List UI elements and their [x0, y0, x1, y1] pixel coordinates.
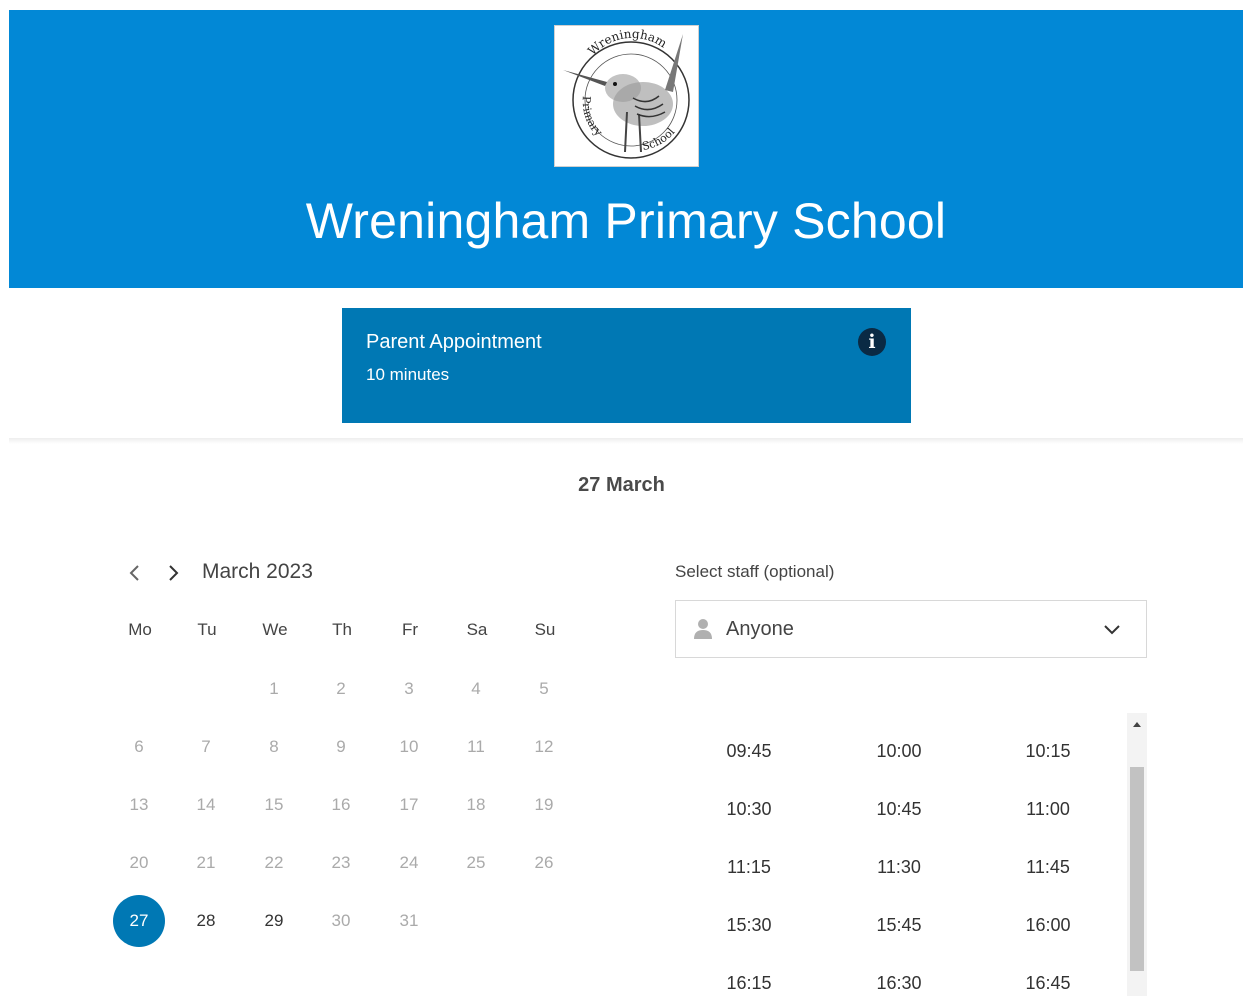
calendar-day: 22 [264, 853, 284, 872]
weekday-tu: Tu [197, 620, 217, 639]
calendar-day: 20 [129, 853, 149, 872]
calendar-day: 3 [404, 679, 414, 698]
time-slot[interactable]: 11:45 [993, 857, 1103, 878]
school-logo: Wreningham Primary School [554, 25, 699, 167]
weekday-we: We [262, 620, 288, 639]
time-slot[interactable]: 16:00 [993, 915, 1103, 936]
calendar-day[interactable]: 29 [248, 895, 300, 947]
calendar-day: 11 [467, 737, 485, 756]
weekday-sa: Sa [466, 620, 488, 639]
calendar-day: 30 [331, 911, 351, 930]
service-duration: 10 minutes [366, 365, 450, 384]
time-slot[interactable]: 16:30 [844, 973, 954, 994]
service-name: Parent Appointment [366, 331, 542, 353]
svg-text:School: School [641, 125, 678, 153]
calendar-day: 4 [471, 679, 481, 698]
time-slot[interactable]: 10:30 [694, 799, 804, 820]
calendar-day: 10 [399, 737, 419, 756]
calendar-day: 6 [134, 737, 144, 756]
calendar-day: 31 [399, 911, 419, 930]
calendar-day: 5 [539, 679, 549, 698]
staff-select-label: Select staff (optional) [675, 562, 835, 581]
time-slot[interactable]: 10:15 [993, 741, 1103, 762]
time-slot[interactable]: 16:45 [993, 973, 1103, 994]
calendar-day: 18 [466, 795, 486, 814]
calendar-day: 23 [331, 853, 351, 872]
header-banner: Wreningham Primary School Wreningham Pri… [9, 10, 1243, 288]
time-list-scrollbar[interactable] [1127, 713, 1147, 996]
calendar-day: 16 [331, 795, 351, 814]
time-slot[interactable]: 09:45 [694, 741, 804, 762]
calendar-day: 1 [269, 679, 279, 698]
weekday-th: Th [332, 620, 352, 639]
calendar-day: 24 [399, 853, 419, 872]
staff-select-value: Anyone [726, 618, 794, 640]
time-slot[interactable]: 10:45 [844, 799, 954, 820]
calendar-day[interactable]: 28 [180, 895, 232, 947]
calendar-month-label: March 2023 [202, 560, 313, 583]
calendar-day: 7 [201, 737, 211, 756]
school-name: Wreningham Primary School [305, 193, 947, 249]
time-slot[interactable]: 10:00 [844, 741, 954, 762]
selected-date-heading: 27 March [578, 474, 665, 496]
calendar-day[interactable]: 27 [113, 895, 165, 947]
calendar-day: 25 [466, 853, 486, 872]
service-card[interactable]: Parent Appointment 10 minutes i [342, 308, 911, 423]
person-icon [693, 618, 713, 640]
calendar-day: 14 [196, 795, 216, 814]
time-slot-list: 09:45 10:00 10:15 10:30 10:45 11:00 11:15 11:30… [675, 713, 1147, 996]
chevron-down-icon [1102, 619, 1122, 639]
info-icon[interactable]: i [858, 328, 886, 356]
calendar-day: 17 [399, 795, 419, 814]
chevron-right-icon[interactable] [160, 560, 186, 586]
calendar-day: 21 [196, 853, 216, 872]
weekday-su: Su [534, 620, 556, 639]
calendar-day: 8 [269, 737, 279, 756]
calendar-day: 19 [534, 795, 554, 814]
calendar-day: 9 [336, 737, 346, 756]
time-slot[interactable]: 15:30 [694, 915, 804, 936]
weekday-mo: Mo [128, 620, 152, 639]
time-slot[interactable]: 11:30 [844, 857, 954, 878]
calendar-day: 15 [264, 795, 284, 814]
weekday-fr: Fr [401, 620, 419, 639]
calendar-day: 2 [336, 679, 346, 698]
calendar-day: 26 [534, 853, 554, 872]
time-slot[interactable]: 11:15 [694, 857, 804, 878]
section-divider [9, 438, 1243, 444]
staff-select[interactable]: Anyone [675, 600, 1147, 658]
scroll-thumb[interactable] [1130, 767, 1144, 971]
chevron-left-icon[interactable] [122, 560, 148, 586]
time-slot[interactable]: 11:00 [993, 799, 1103, 820]
time-slot[interactable]: 16:15 [694, 973, 804, 994]
calendar-day: 12 [534, 737, 554, 756]
calendar-day: 13 [129, 795, 149, 814]
time-slot[interactable]: 15:45 [844, 915, 954, 936]
scroll-up-arrow-icon[interactable] [1127, 717, 1147, 731]
